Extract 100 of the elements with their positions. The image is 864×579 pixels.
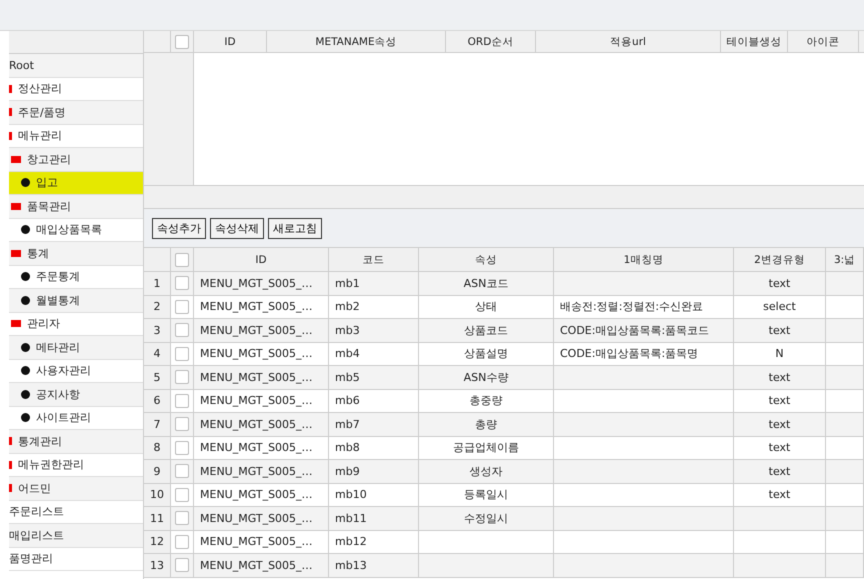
bullet-icon bbox=[21, 366, 30, 376]
tree-item-label: 품명관리 bbox=[9, 551, 53, 566]
table-cell: mb12 bbox=[329, 530, 419, 554]
row-number: 5 bbox=[144, 366, 171, 390]
column-header[interactable]: ORD순서 bbox=[446, 31, 536, 53]
tree-item[interactable]: 메타관리 bbox=[9, 336, 143, 360]
table-cell: ASN코드 bbox=[419, 272, 554, 296]
tree-item-label: 메뉴관리 bbox=[18, 128, 62, 144]
toolbar-button[interactable]: 속성추가 bbox=[152, 218, 206, 238]
folder-icon bbox=[11, 250, 21, 257]
table-cell bbox=[826, 484, 864, 507]
tree-item[interactable]: 사이트관리 bbox=[9, 406, 143, 430]
tree-item[interactable]: 정산관리 bbox=[9, 78, 143, 101]
checkbox[interactable] bbox=[175, 252, 189, 266]
column-header[interactable]: 아이콘 bbox=[788, 31, 859, 53]
tree-item[interactable]: 통계관리 bbox=[9, 430, 143, 454]
table-cell: MENU_MGT_S005_… bbox=[194, 342, 329, 366]
table-cell: text bbox=[734, 436, 826, 460]
tree-item[interactable]: 창고관리 bbox=[9, 148, 143, 172]
table-cell: mb1 bbox=[329, 272, 419, 296]
tree-item[interactable]: 주문리스트 bbox=[9, 500, 143, 524]
column-header[interactable]: 코드 bbox=[329, 248, 419, 272]
table-cell: MENU_MGT_S005_… bbox=[194, 436, 329, 460]
tree-item[interactable]: 입고 bbox=[9, 172, 143, 195]
bullet-icon bbox=[21, 390, 30, 399]
table-cell bbox=[826, 272, 864, 296]
folder-marker-icon bbox=[9, 132, 12, 140]
column-header[interactable]: 3:넓 bbox=[826, 248, 864, 272]
checkbox[interactable] bbox=[175, 300, 189, 314]
checkbox[interactable] bbox=[175, 323, 189, 338]
row-number: 6 bbox=[144, 390, 171, 413]
table-cell: 수정일시 bbox=[419, 507, 554, 530]
table-cell bbox=[826, 390, 864, 413]
column-header[interactable]: 2변경유형 bbox=[734, 248, 826, 272]
tree-item[interactable]: 품명관리 bbox=[9, 548, 143, 571]
table-cell: 총중량 bbox=[419, 390, 554, 413]
checkbox[interactable] bbox=[175, 488, 189, 502]
table-cell: mb9 bbox=[329, 460, 419, 484]
row-number: 8 bbox=[144, 436, 171, 460]
column-header[interactable]: ID bbox=[194, 248, 329, 272]
column-header[interactable]: 테이블생성 bbox=[721, 31, 788, 53]
checkbox[interactable] bbox=[175, 34, 189, 48]
tree-item[interactable]: 공지사항 bbox=[9, 383, 143, 406]
tree-item[interactable]: 매입리스트 bbox=[9, 524, 143, 548]
row-number: 3 bbox=[144, 319, 171, 342]
checkbox[interactable] bbox=[175, 346, 189, 361]
folder-marker-icon bbox=[9, 108, 12, 116]
checkbox[interactable] bbox=[175, 394, 189, 408]
tree-item[interactable]: 품목관리 bbox=[9, 195, 143, 218]
bullet-icon bbox=[21, 413, 30, 422]
table-cell: ASN수량 bbox=[419, 366, 554, 390]
tree-item[interactable]: 주문/품명 bbox=[9, 101, 143, 124]
checkbox[interactable] bbox=[175, 534, 189, 549]
tree-item-label: 통계관리 bbox=[18, 434, 62, 449]
table-cell: text bbox=[734, 460, 826, 484]
table-cell: MENU_MGT_S005_… bbox=[194, 366, 329, 390]
table-cell bbox=[826, 319, 864, 342]
table-cell: 상품설명 bbox=[419, 342, 554, 366]
checkbox[interactable] bbox=[175, 417, 189, 432]
tree-item-label: 품목관리 bbox=[27, 198, 71, 214]
table-cell: mb13 bbox=[329, 554, 419, 578]
column-header[interactable]: ID bbox=[194, 31, 267, 53]
table-cell: text bbox=[734, 413, 826, 436]
checkbox[interactable] bbox=[175, 511, 189, 526]
tree-item[interactable]: 관리자 bbox=[9, 312, 143, 336]
tree-item[interactable]: 메뉴권한관리 bbox=[9, 454, 143, 477]
column-header[interactable]: 속성 bbox=[419, 248, 554, 272]
tree-item-label: 입고 bbox=[36, 175, 58, 190]
table-cell: 총량 bbox=[419, 413, 554, 436]
checkbox[interactable] bbox=[175, 558, 189, 572]
tree-item[interactable]: 월별통계 bbox=[9, 289, 143, 312]
checkbox[interactable] bbox=[175, 464, 189, 478]
tree-item[interactable]: Root bbox=[9, 54, 143, 78]
tree-item[interactable]: 사용자관리 bbox=[9, 360, 143, 383]
folder-marker-icon bbox=[9, 437, 12, 446]
table-cell: select bbox=[734, 296, 826, 319]
tree-item-label: 주문통계 bbox=[36, 269, 80, 284]
tree-item-label: 메뉴권한관리 bbox=[18, 457, 84, 472]
tree-item[interactable]: 통계 bbox=[9, 242, 143, 266]
table-cell: MENU_MGT_S005_… bbox=[194, 390, 329, 413]
tree-item[interactable]: 메뉴관리 bbox=[9, 124, 143, 148]
table-cell: CODE:매입상품목록:품목코드 bbox=[554, 319, 734, 342]
checkbox[interactable] bbox=[175, 440, 189, 455]
tree-item[interactable]: 매입상품목록 bbox=[9, 218, 143, 242]
column-header[interactable]: METANAME속성 bbox=[267, 31, 446, 53]
folder-icon bbox=[11, 320, 21, 328]
toolbar-button[interactable]: 속성삭제 bbox=[210, 218, 264, 238]
row-number: 7 bbox=[144, 413, 171, 436]
tree-item[interactable]: 주문통계 bbox=[9, 266, 143, 289]
table-cell: mb2 bbox=[329, 296, 419, 319]
checkbox[interactable] bbox=[175, 370, 189, 384]
tree-item-label: 공지사항 bbox=[36, 386, 80, 402]
table-cell bbox=[826, 366, 864, 390]
checkbox[interactable] bbox=[175, 276, 189, 290]
toolbar-button[interactable]: 새로고침 bbox=[268, 218, 322, 238]
column-header[interactable]: 1매칭명 bbox=[554, 248, 734, 272]
column-header[interactable]: 적용url bbox=[536, 31, 721, 53]
bullet-icon bbox=[21, 296, 30, 305]
table-cell bbox=[826, 342, 864, 366]
tree-item[interactable]: 어드민 bbox=[9, 477, 143, 500]
